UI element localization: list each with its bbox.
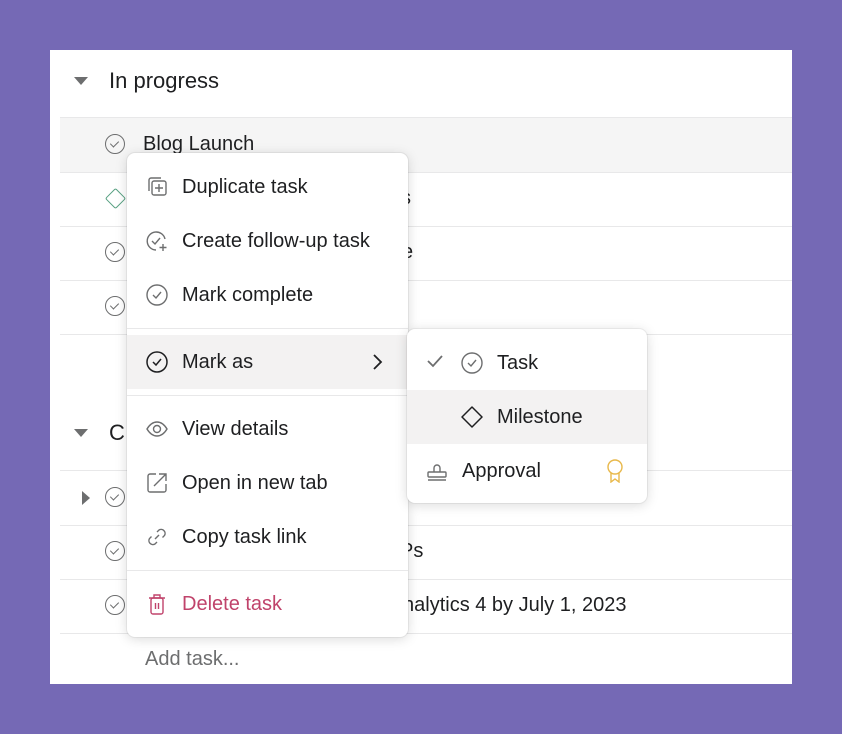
menu-item-copy-task-link[interactable]: Copy task link xyxy=(127,510,408,564)
chevron-right-icon xyxy=(371,353,383,371)
submenu-item-task[interactable]: Task xyxy=(407,336,647,390)
check-circle-icon[interactable] xyxy=(105,541,125,561)
check-circle-icon[interactable] xyxy=(105,595,125,615)
check-circle-icon[interactable] xyxy=(105,487,125,507)
follow-up-icon xyxy=(146,230,168,252)
check-circle-icon xyxy=(146,284,168,306)
check-circle-icon xyxy=(461,352,483,374)
submenu-item-approval[interactable]: Approval xyxy=(407,444,647,498)
menu-divider xyxy=(127,328,408,329)
milestone-diamond-icon[interactable] xyxy=(104,187,127,210)
menu-item-open-in-new-tab[interactable]: Open in new tab xyxy=(127,456,408,510)
stamp-icon xyxy=(426,460,448,482)
link-icon xyxy=(146,526,168,548)
task-name[interactable]: nalytics 4 by July 1, 2023 xyxy=(403,594,626,617)
section-title: C xyxy=(109,420,125,445)
check-circle-icon[interactable] xyxy=(105,296,125,316)
mark-as-submenu: Task Milestone Approval xyxy=(407,329,647,503)
menu-item-mark-as[interactable]: Mark as xyxy=(127,335,408,389)
menu-item-view-details[interactable]: View details xyxy=(127,402,408,456)
trash-icon xyxy=(146,593,168,615)
menu-item-create-follow-up-task[interactable]: Create follow-up task xyxy=(127,214,408,268)
check-circle-icon[interactable] xyxy=(105,242,125,262)
section-title: In progress xyxy=(109,68,220,93)
award-icon xyxy=(606,459,624,483)
context-menu: Duplicate task Create follow-up task Mar… xyxy=(127,153,408,637)
menu-item-delete-task[interactable]: Delete task xyxy=(127,577,408,631)
menu-divider xyxy=(127,395,408,396)
submenu-item-milestone[interactable]: Milestone xyxy=(407,390,647,444)
external-link-icon xyxy=(146,472,168,494)
eye-icon xyxy=(146,418,168,440)
checkmark-icon xyxy=(427,354,443,368)
menu-divider xyxy=(127,570,408,571)
add-task-button[interactable]: Add task... xyxy=(145,648,240,671)
duplicate-icon xyxy=(146,176,168,198)
menu-item-duplicate-task[interactable]: Duplicate task xyxy=(127,160,408,214)
check-circle-icon xyxy=(146,351,168,373)
collapse-triangle-icon[interactable] xyxy=(74,77,88,85)
menu-item-mark-complete[interactable]: Mark complete xyxy=(127,268,408,322)
diamond-icon xyxy=(461,406,483,428)
check-circle-icon[interactable] xyxy=(105,134,125,154)
collapse-triangle-icon[interactable] xyxy=(74,429,88,437)
expand-subtasks-icon[interactable] xyxy=(82,491,90,505)
